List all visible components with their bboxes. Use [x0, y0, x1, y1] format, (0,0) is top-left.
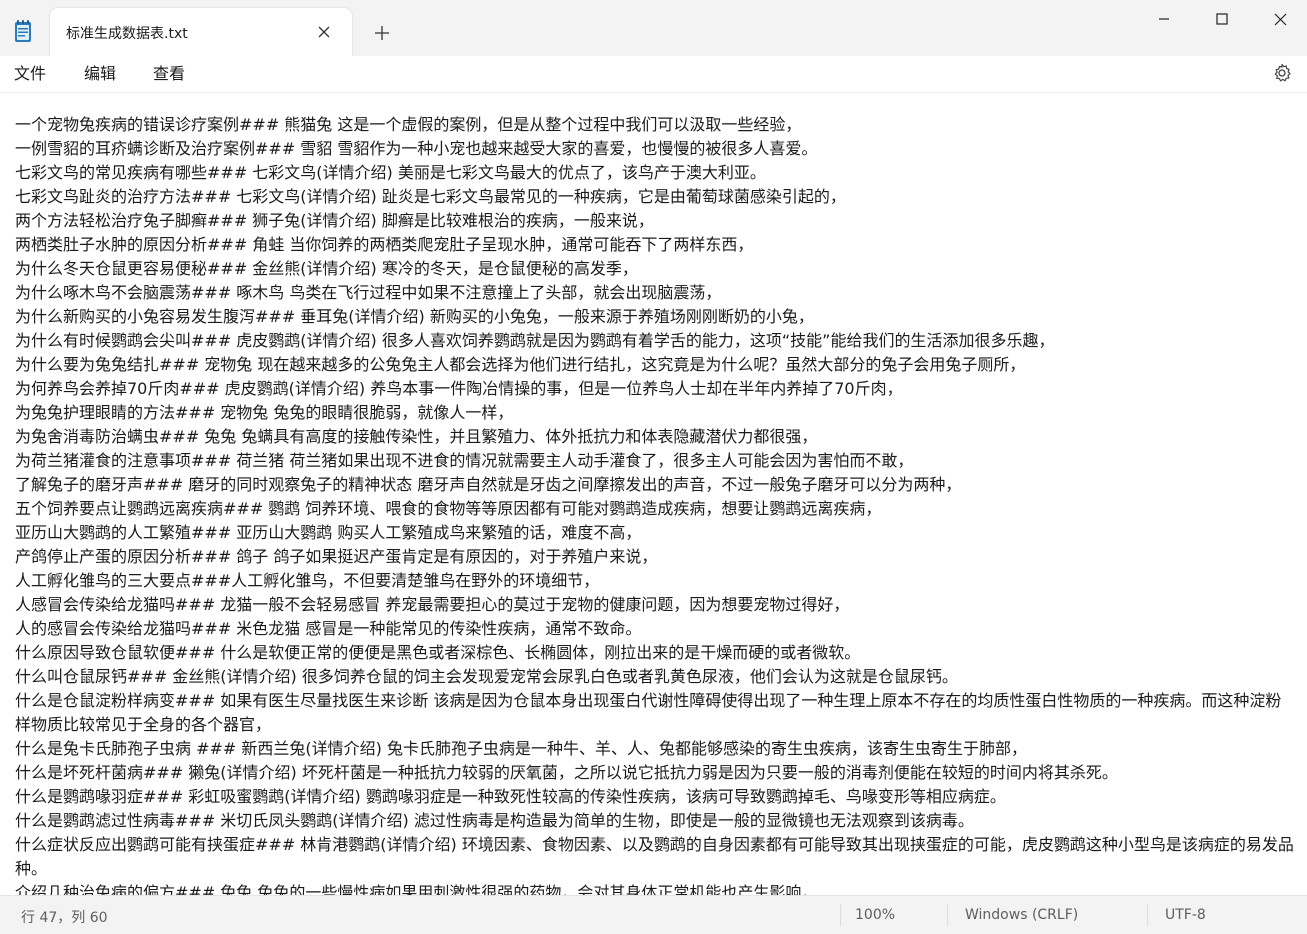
status-divider: [947, 904, 948, 926]
text-line[interactable]: 两个方法轻松治疗兔子脚癣### 狮子兔(详情介绍) 脚癣是比较难根治的疾病，一般…: [15, 209, 1295, 233]
text-line[interactable]: 两栖类肚子水肿的原因分析### 角蛙 当你饲养的两栖类爬宠肚子呈现水肿，通常可能…: [15, 233, 1295, 257]
status-divider: [1147, 904, 1148, 926]
close-tab-icon[interactable]: [312, 20, 336, 44]
text-line[interactable]: 什么叫仓鼠尿钙### 金丝熊(详情介绍) 很多饲养仓鼠的饲主会发现爱宠常会尿乳白…: [15, 665, 1295, 689]
tab-title: 标准生成数据表.txt: [66, 26, 188, 42]
text-editor[interactable]: 一个宠物兔疾病的错误诊疗案例### 熊猫兔 这是一个虚假的案例，但是从整个过程中…: [0, 92, 1307, 896]
text-line[interactable]: 为兔舍消毒防治螨虫### 兔兔 兔螨具有高度的接触传染性，并且繁殖力、体外抵抗力…: [15, 425, 1295, 449]
new-tab-button[interactable]: [368, 19, 396, 47]
text-content[interactable]: 一个宠物兔疾病的错误诊疗案例### 熊猫兔 这是一个虚假的案例，但是从整个过程中…: [15, 113, 1295, 896]
text-line[interactable]: 五个饲养要点让鹦鹉远离疾病### 鹦鹉 饲养环境、喂食的食物等等原因都有可能对鹦…: [15, 497, 1295, 521]
text-line[interactable]: 为兔兔护理眼睛的方法### 宠物兔 兔兔的眼睛很脆弱，就像人一样，: [15, 401, 1295, 425]
text-line[interactable]: 什么是坏死杆菌病### 獭兔(详情介绍) 坏死杆菌是一种抵抗力较弱的厌氧菌，之所…: [15, 761, 1295, 785]
text-line[interactable]: 人工孵化雏鸟的三大要点###人工孵化雏鸟，不但要清楚雏鸟在野外的环境细节，: [15, 569, 1295, 593]
minimize-button[interactable]: [1135, 0, 1193, 38]
cursor-position[interactable]: 行 47，列 60: [21, 907, 108, 927]
text-line[interactable]: 为什么冬天仓鼠更容易便秘### 金丝熊(详情介绍) 寒冷的冬天，是仓鼠便秘的高发…: [15, 257, 1295, 281]
text-line[interactable]: 为荷兰猪灌食的注意事项### 荷兰猪 荷兰猪如果出现不进食的情况就需要主人动手灌…: [15, 449, 1295, 473]
menu-view[interactable]: 查看: [151, 62, 187, 86]
text-line[interactable]: 了解兔子的磨牙声### 磨牙的同时观察兔子的精神状态 磨牙声自然就是牙齿之间摩擦…: [15, 473, 1295, 497]
text-line[interactable]: 一个宠物兔疾病的错误诊疗案例### 熊猫兔 这是一个虚假的案例，但是从整个过程中…: [15, 113, 1295, 137]
text-line[interactable]: 什么是鹦鹉喙羽症### 彩虹吸蜜鹦鹉(详情介绍) 鹦鹉喙羽症是一种致死性较高的传…: [15, 785, 1295, 809]
maximize-button[interactable]: [1193, 0, 1251, 38]
settings-gear-icon[interactable]: [1270, 62, 1294, 84]
text-line[interactable]: 产鸽停止产蛋的原因分析### 鸽子 鸽子如果挺迟产蛋肯定是有原因的，对于养殖户来…: [15, 545, 1295, 569]
text-line[interactable]: 人的感冒会传染给龙猫吗### 米色龙猫 感冒是一种能常见的传染性疾病，通常不致命…: [15, 617, 1295, 641]
status-divider: [840, 904, 841, 926]
text-line[interactable]: 什么是兔卡氏肺孢子虫病 ### 新西兰兔(详情介绍) 兔卡氏肺孢子虫病是一种牛、…: [15, 737, 1295, 761]
text-line[interactable]: 什么症状反应出鹦鹉可能有挟蛋症### 林肯港鹦鹉(详情介绍) 环境因素、食物因素…: [15, 833, 1295, 881]
tab-document[interactable]: 标准生成数据表.txt: [50, 8, 352, 56]
text-line[interactable]: 为什么啄木鸟不会脑震荡### 啄木鸟 鸟类在飞行过程中如果不注意撞上了头部，就会…: [15, 281, 1295, 305]
text-line[interactable]: 为什么要为兔兔结扎### 宠物兔 现在越来越多的公兔兔主人都会选择为他们进行结扎…: [15, 353, 1295, 377]
text-line[interactable]: 为何养鸟会养掉70斤肉### 虎皮鹦鹉(详情介绍) 养鸟本事一件陶冶情操的事，但…: [15, 377, 1295, 401]
menu-file[interactable]: 文件: [12, 62, 48, 86]
notepad-icon: [13, 19, 33, 43]
text-line[interactable]: 什么是仓鼠淀粉样病变### 如果有医生尽量找医生来诊断 该病是因为仓鼠本身出现蛋…: [15, 689, 1295, 737]
status-bar: 行 47，列 60 100% Windows (CRLF) UTF-8: [0, 895, 1307, 934]
text-line[interactable]: 七彩文鸟的常见疾病有哪些### 七彩文鸟(详情介绍) 美丽是七彩文鸟最大的优点了…: [15, 161, 1295, 185]
text-line[interactable]: 什么原因导致仓鼠软便### 什么是软便正常的便便是黑色或者深棕色、长椭圆体，刚拉…: [15, 641, 1295, 665]
encoding[interactable]: UTF-8: [1165, 907, 1206, 923]
text-line[interactable]: 一例雪貂的耳疥螨诊断及治疗案例### 雪貂 雪貂作为一种小宠也越来越受大家的喜爱…: [15, 137, 1295, 161]
text-line[interactable]: 七彩文鸟趾炎的治疗方法### 七彩文鸟(详情介绍) 趾炎是七彩文鸟最常见的一种疾…: [15, 185, 1295, 209]
text-line[interactable]: 为什么新购买的小兔容易发生腹泻### 垂耳兔(详情介绍) 新购买的小兔兔，一般来…: [15, 305, 1295, 329]
menu-edit[interactable]: 编辑: [82, 62, 118, 86]
menu-bar: 文件 编辑 查看: [0, 56, 1307, 92]
text-line[interactable]: 什么是鹦鹉滤过性病毒### 米切氏凤头鹦鹉(详情介绍) 滤过性病毒是构造最为简单…: [15, 809, 1295, 833]
close-window-button[interactable]: [1251, 0, 1307, 38]
zoom-level[interactable]: 100%: [855, 907, 895, 923]
line-ending[interactable]: Windows (CRLF): [965, 907, 1078, 923]
text-line[interactable]: 亚历山大鹦鹉的人工繁殖### 亚历山大鹦鹉 购买人工繁殖成鸟来繁殖的话，难度不高…: [15, 521, 1295, 545]
text-line[interactable]: 介绍几种治兔病的偏方### 兔兔 兔兔的一些慢性病如果用刺激性很强的药物，会对其…: [15, 881, 1295, 896]
text-line[interactable]: 人感冒会传染给龙猫吗### 龙猫一般不会轻易感冒 养宠最需要担心的莫过于宠物的健…: [15, 593, 1295, 617]
title-bar: 标准生成数据表.txt: [0, 0, 1307, 56]
text-line[interactable]: 为什么有时候鹦鹉会尖叫### 虎皮鹦鹉(详情介绍) 很多人喜欢饲养鹦鹉就是因为鹦…: [15, 329, 1295, 353]
